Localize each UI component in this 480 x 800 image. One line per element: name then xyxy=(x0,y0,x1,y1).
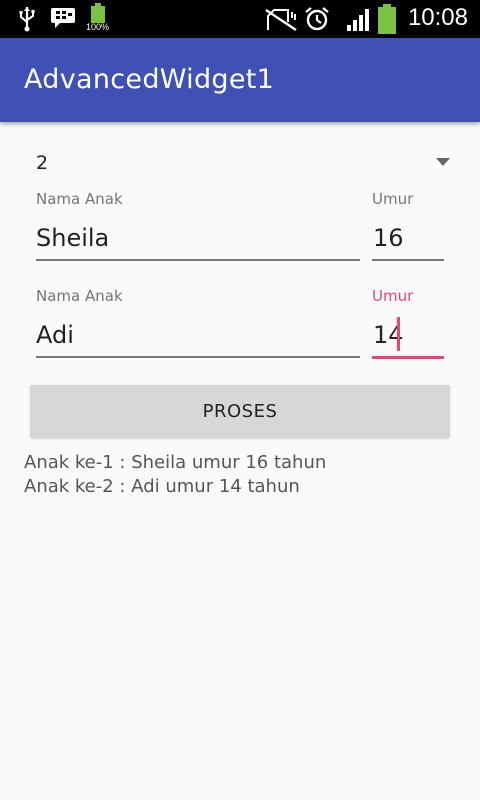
age-input-2-underline xyxy=(372,356,444,359)
proses-button[interactable]: PROSES xyxy=(30,385,450,438)
status-bar: 100% 10:08 xyxy=(0,0,480,38)
count-spinner[interactable]: 2 xyxy=(28,144,452,180)
age-input-1-underline xyxy=(372,259,444,261)
result-line-1: Anak ke-1 : Sheila umur 16 tahun xyxy=(24,452,327,473)
spinner-selected-value: 2 xyxy=(36,152,49,174)
age-input-1[interactable]: 16 xyxy=(373,224,404,252)
battery-icon xyxy=(91,3,105,23)
battery-percent: 100% xyxy=(86,22,110,32)
status-time: 10:08 xyxy=(407,4,468,31)
result-line-2: Anak ke-2 : Adi umur 14 tahun xyxy=(24,476,300,497)
age-label-2: Umur xyxy=(372,287,414,305)
bbm-icon xyxy=(51,8,75,28)
signal-icon xyxy=(347,9,369,31)
name-input-1-underline xyxy=(36,259,360,261)
name-input-2[interactable]: Adi xyxy=(36,321,74,349)
dropdown-arrow-icon xyxy=(436,158,450,166)
battery-charging-icon xyxy=(378,4,396,34)
app-title: AdvancedWidget1 xyxy=(24,64,275,95)
usb-icon xyxy=(19,7,35,32)
name-label-1: Nama Anak xyxy=(36,190,123,208)
no-sim-icon xyxy=(265,9,297,31)
age-label-1: Umur xyxy=(372,190,414,208)
name-label-2: Nama Anak xyxy=(36,287,123,305)
alarm-icon xyxy=(305,7,329,31)
name-input-2-underline xyxy=(36,356,360,358)
text-cursor xyxy=(397,317,400,351)
name-input-1[interactable]: Sheila xyxy=(36,224,109,252)
app-bar: AdvancedWidget1 xyxy=(0,38,480,122)
